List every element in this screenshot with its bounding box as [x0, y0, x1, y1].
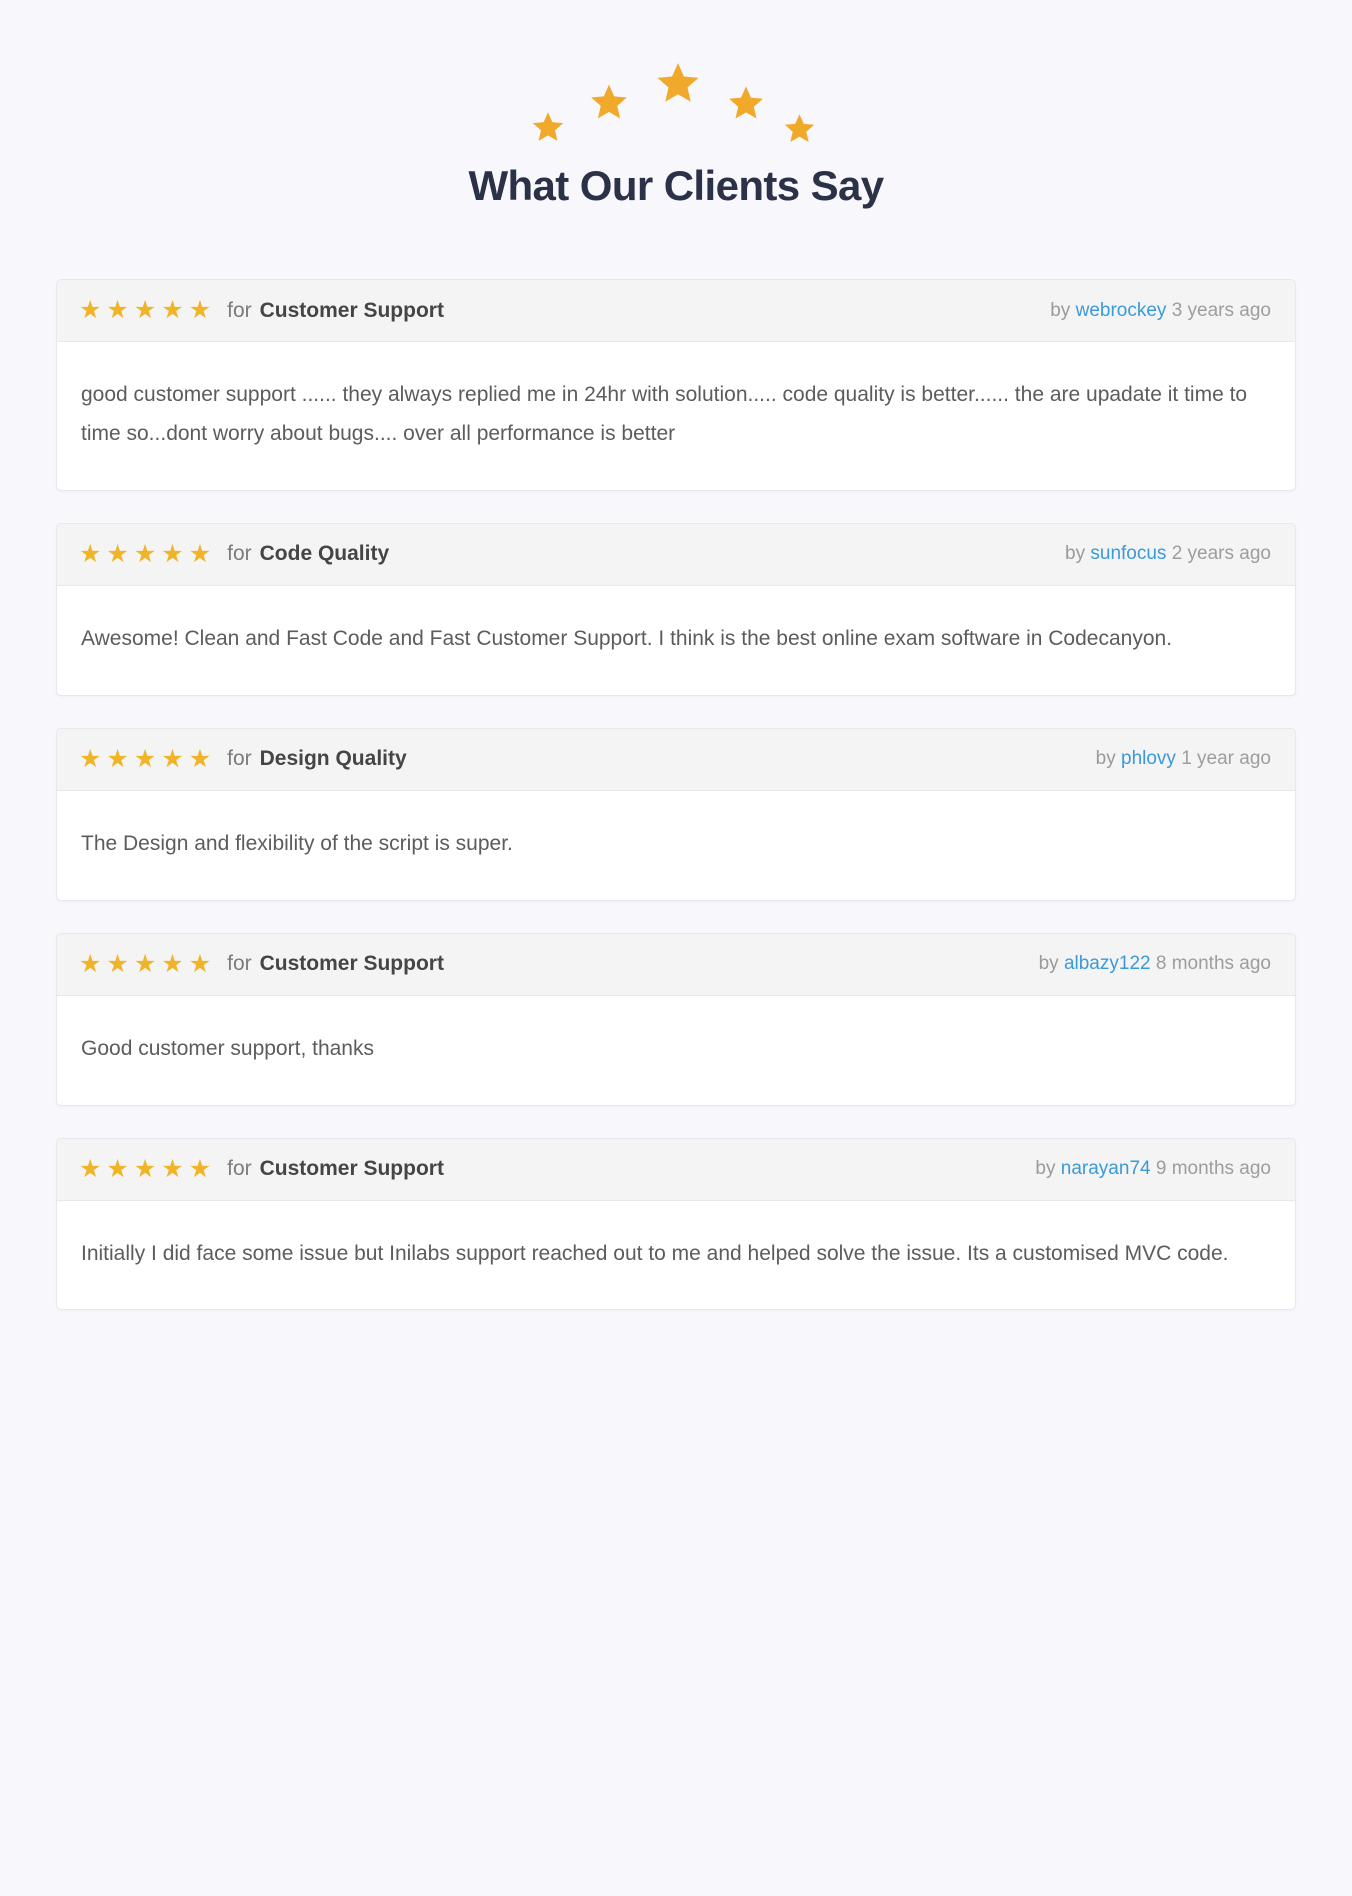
- review-byline: by sunfocus 2 years ago: [1065, 543, 1271, 565]
- star-icon: ★: [161, 539, 184, 568]
- review-category: Customer Support: [259, 952, 444, 976]
- review-rating-and-category: ★ ★ ★ ★ ★ for Design Quality: [79, 744, 407, 773]
- by-label: by: [1065, 543, 1086, 565]
- review-text: Awesome! Clean and Fast Code and Fast Cu…: [81, 626, 1173, 650]
- review-rating-and-category: ★ ★ ★ ★ ★ for Customer Support: [79, 298, 444, 323]
- star-icon: ★: [79, 539, 102, 568]
- decorative-star-icon: [531, 110, 565, 144]
- star-icon: ★: [188, 949, 212, 978]
- review-category: Customer Support: [259, 1157, 444, 1181]
- star-icon: ★: [106, 744, 129, 773]
- decorative-star-icon: [655, 60, 701, 106]
- review-author-link[interactable]: sunfocus: [1090, 543, 1166, 564]
- review-category: Customer Support: [259, 298, 444, 322]
- review-card: ★ ★ ★ ★ ★ for Customer Support by narayan74 9 m…: [56, 1137, 1296, 1311]
- review-author-link[interactable]: phlovy: [1121, 748, 1176, 769]
- star-icon: ★: [79, 296, 102, 325]
- star-icon: ★: [106, 949, 129, 978]
- reviews-list: ★ ★ ★ ★ ★ for Customer Support by webrockey 3 y…: [56, 279, 1296, 1380]
- review-rating-and-category: ★ ★ ★ ★ ★ for Customer Support: [79, 949, 444, 978]
- review-header: ★ ★ ★ ★ ★ for Design Quality by phlovy 1 year a…: [57, 728, 1295, 791]
- rating-stars: ★ ★ ★ ★ ★: [79, 539, 212, 568]
- star-icon: ★: [188, 744, 212, 773]
- rating-stars: ★ ★ ★ ★ ★: [79, 1154, 212, 1183]
- review-header: ★ ★ ★ ★ ★ for Code Quality by sunfocus 2 years …: [57, 523, 1295, 586]
- star-icon: ★: [188, 539, 212, 568]
- star-icon: ★: [161, 949, 184, 978]
- review-byline: by narayan74 9 months ago: [1035, 1158, 1271, 1180]
- section-header: What Our Clients Say: [56, 0, 1296, 216]
- decorative-star-icon: [589, 82, 629, 122]
- for-label: for: [227, 747, 252, 771]
- rating-stars: ★ ★ ★ ★ ★: [79, 298, 211, 323]
- review-timestamp: 8 months ago: [1155, 953, 1271, 975]
- decorative-star-icon: [727, 84, 765, 122]
- review-timestamp: 3 years ago: [1171, 299, 1271, 321]
- star-icon: ★: [79, 744, 102, 773]
- review-byline: by albazy122 8 months ago: [1039, 953, 1271, 975]
- review-card: ★ ★ ★ ★ ★ for Code Quality by sunfocus 2 years …: [56, 522, 1296, 696]
- review-timestamp: 2 years ago: [1171, 543, 1271, 565]
- review-timestamp: 1 year ago: [1181, 748, 1271, 770]
- star-icon: ★: [133, 539, 157, 568]
- review-text: Initially I did face some issue but Inil…: [81, 1241, 1229, 1265]
- review-header: ★ ★ ★ ★ ★ for Customer Support by albazy122 8 m…: [57, 933, 1295, 996]
- by-label: by: [1038, 953, 1059, 975]
- star-icon: ★: [161, 744, 184, 773]
- review-author-link[interactable]: narayan74: [1061, 1158, 1151, 1179]
- star-icon: ★: [79, 1154, 102, 1183]
- review-timestamp: 9 months ago: [1155, 1158, 1271, 1180]
- rating-stars: ★ ★ ★ ★ ★: [79, 949, 212, 978]
- page-title: What Our Clients Say: [468, 162, 884, 209]
- star-icon: ★: [106, 296, 129, 325]
- star-icon: ★: [79, 949, 102, 978]
- review-rating-and-category: ★ ★ ★ ★ ★ for Customer Support: [79, 1154, 444, 1183]
- review-card: ★ ★ ★ ★ ★ for Customer Support by albazy122 8 m…: [56, 932, 1296, 1106]
- review-card: ★ ★ ★ ★ ★ for Design Quality by phlovy 1 year a…: [56, 727, 1296, 901]
- star-icon: ★: [161, 296, 184, 325]
- review-text: good customer support ...... they always…: [81, 383, 1248, 446]
- review-author-link[interactable]: albazy122: [1064, 953, 1151, 974]
- review-category: Code Quality: [259, 542, 390, 566]
- by-label: by: [1095, 748, 1116, 770]
- star-icon: ★: [161, 1154, 184, 1183]
- rating-stars: ★ ★ ★ ★ ★: [79, 744, 212, 773]
- decorative-star-arc: [531, 58, 821, 158]
- review-category: Design Quality: [259, 747, 407, 771]
- star-icon: ★: [106, 1154, 129, 1183]
- star-icon: ★: [188, 1154, 212, 1183]
- testimonials-page: What Our Clients Say ★ ★ ★ ★ ★ for Customer Su…: [0, 0, 1352, 1896]
- review-author-link[interactable]: webrockey: [1076, 300, 1167, 321]
- by-label: by: [1035, 1158, 1056, 1180]
- review-header: ★ ★ ★ ★ ★ for Customer Support by narayan74 9 m…: [57, 1138, 1295, 1201]
- for-label: for: [227, 542, 252, 566]
- review-card: ★ ★ ★ ★ ★ for Customer Support by webrockey 3 y…: [56, 279, 1296, 491]
- by-label: by: [1050, 299, 1071, 321]
- review-text: Good customer support, thanks: [81, 1036, 374, 1060]
- star-icon: ★: [133, 1154, 157, 1183]
- decorative-star-icon: [783, 112, 816, 145]
- review-text: The Design and flexibility of the script…: [81, 831, 513, 855]
- star-icon: ★: [133, 949, 157, 978]
- star-icon: ★: [188, 296, 212, 325]
- star-icon: ★: [133, 744, 157, 773]
- review-header: ★ ★ ★ ★ ★ for Customer Support by webrockey 3 y…: [57, 280, 1295, 343]
- for-label: for: [227, 298, 252, 322]
- review-byline: by phlovy 1 year ago: [1096, 748, 1271, 770]
- review-rating-and-category: ★ ★ ★ ★ ★ for Code Quality: [79, 539, 390, 568]
- star-icon: ★: [133, 296, 157, 325]
- for-label: for: [227, 1157, 252, 1181]
- for-label: for: [227, 952, 252, 976]
- star-icon: ★: [106, 539, 129, 568]
- review-byline: by webrockey 3 years ago: [1050, 300, 1271, 322]
